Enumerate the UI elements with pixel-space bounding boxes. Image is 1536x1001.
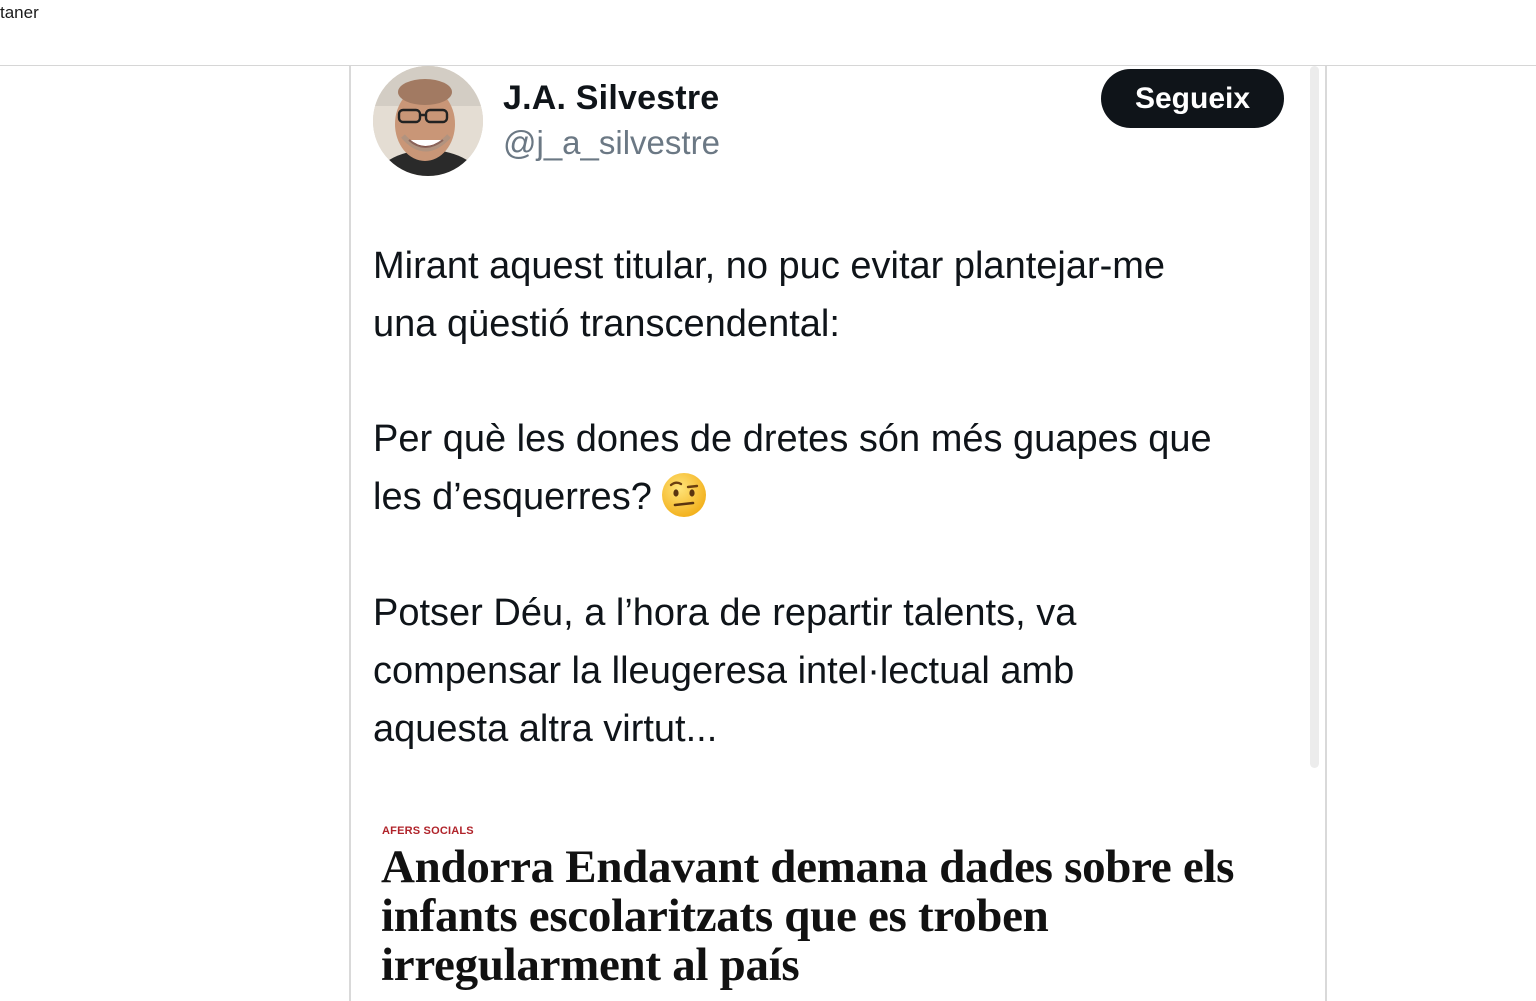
tweet-line: les d’esquerres? — [373, 476, 652, 518]
tweet-paragraph-1: Mirant aquest titular, no puc evitar pla… — [373, 237, 1165, 353]
avatar-photo-icon — [373, 66, 483, 176]
tweet-line: compensar la lleugeresa intel·lectual am… — [373, 650, 1075, 692]
tweet-line: una qüestió transcendental: — [373, 303, 840, 345]
headline-line: infants escolaritzats que es troben — [381, 890, 1049, 942]
avatar[interactable] — [373, 66, 483, 176]
tweet-line: Mirant aquest titular, no puc evitar pla… — [373, 245, 1166, 287]
follow-button[interactable]: Segueix — [1101, 69, 1284, 128]
top-bar-text: taner — [0, 3, 39, 22]
headline-line: Andorra Endavant demana dades sobre els — [381, 841, 1235, 893]
display-name[interactable]: J.A. Silvestre — [503, 79, 719, 118]
article-section-label: AFERS SOCIALS — [382, 825, 474, 837]
headline-line: irregularment al país — [381, 939, 800, 991]
tweet-paragraph-2: Per què les dones de dretes són més guap… — [373, 410, 1212, 526]
user-handle[interactable]: @j_a_silvestre — [503, 124, 720, 162]
tweet-line: aquesta altra virtut... — [373, 708, 718, 750]
face-with-raised-eyebrow-icon — [660, 471, 708, 519]
scrollbar[interactable] — [1310, 66, 1319, 768]
tweet-line-with-emoji: les d’esquerres? — [373, 468, 1212, 526]
tweet-line: Per què les dones de dretes són més guap… — [373, 418, 1212, 460]
tweet-line: Potser Déu, a l’hora de repartir talents… — [373, 592, 1077, 634]
tweet-paragraph-3: Potser Déu, a l’hora de repartir talents… — [373, 584, 1076, 758]
article-headline[interactable]: Andorra Endavant demana dades sobre els … — [381, 843, 1234, 990]
browser-top-bar: taner — [0, 0, 1536, 66]
